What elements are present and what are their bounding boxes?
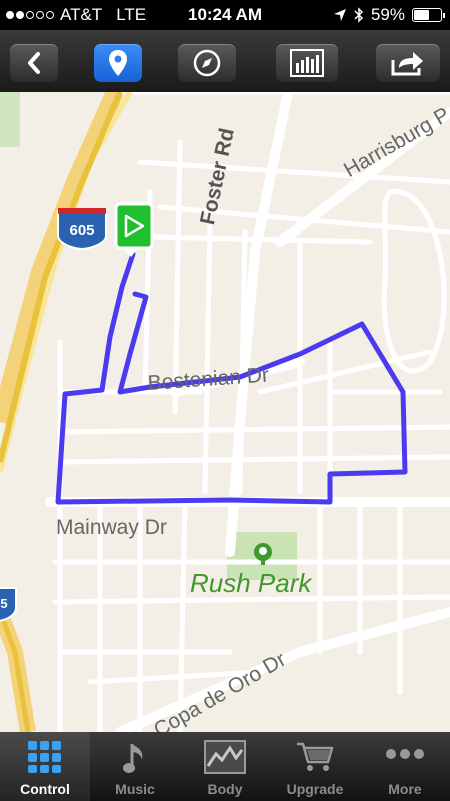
tab-upgrade[interactable]: Upgrade bbox=[270, 732, 360, 801]
tab-upgrade-label: Upgrade bbox=[286, 781, 344, 797]
highway-shield-605-icon: 605 bbox=[57, 208, 107, 251]
bar-chart-icon bbox=[290, 49, 324, 77]
tab-music[interactable]: Music bbox=[90, 732, 180, 801]
status-right: 59% bbox=[333, 5, 445, 25]
map-pin-icon bbox=[109, 50, 127, 76]
cart-icon bbox=[297, 742, 334, 771]
tab-body[interactable]: Body bbox=[180, 732, 270, 801]
tab-control-label: Control bbox=[20, 781, 70, 797]
tab-more-label: More bbox=[388, 781, 422, 797]
tab-music-label: Music bbox=[115, 781, 155, 797]
highway-shield-5-icon: 5 bbox=[0, 587, 17, 622]
back-button[interactable] bbox=[10, 44, 58, 82]
street-label-mainway: Mainway Dr bbox=[56, 516, 167, 539]
tab-control[interactable]: Control bbox=[0, 732, 90, 801]
location-arrow-icon bbox=[333, 9, 346, 21]
battery-icon bbox=[412, 8, 445, 22]
grid-icon bbox=[28, 741, 61, 773]
tab-more[interactable]: More bbox=[360, 732, 450, 801]
map-marker-button[interactable] bbox=[94, 44, 142, 82]
bottom-tab-bar: Control Music Body Upgrade More bbox=[0, 732, 450, 801]
top-toolbar bbox=[0, 30, 450, 92]
tab-body-label: Body bbox=[207, 781, 243, 797]
status-bar: AT&T LTE 10:24 AM 59% bbox=[0, 0, 450, 30]
compass-button[interactable] bbox=[178, 44, 236, 82]
highway-605-label: 605 bbox=[69, 222, 94, 239]
route-map[interactable]: 605 5 Foster Rd Harrisburg P Bostonian D… bbox=[0, 92, 450, 732]
share-arrow-icon bbox=[391, 52, 423, 76]
compass-icon bbox=[193, 49, 221, 77]
battery-percent: 59% bbox=[370, 5, 405, 24]
start-marker-icon bbox=[114, 202, 154, 257]
bluetooth-icon bbox=[354, 7, 364, 23]
music-note-icon bbox=[123, 744, 143, 773]
body-chart-icon bbox=[204, 740, 246, 774]
park-label: Rush Park bbox=[190, 568, 312, 598]
stats-button[interactable] bbox=[276, 44, 338, 82]
share-button[interactable] bbox=[376, 44, 440, 82]
chevron-left-icon bbox=[28, 52, 40, 74]
highway-5-label: 5 bbox=[0, 596, 7, 611]
more-dots-icon bbox=[386, 749, 424, 759]
app-screen: AT&T LTE 10:24 AM 59% 605 5 Foster Rd Ha… bbox=[0, 0, 450, 801]
